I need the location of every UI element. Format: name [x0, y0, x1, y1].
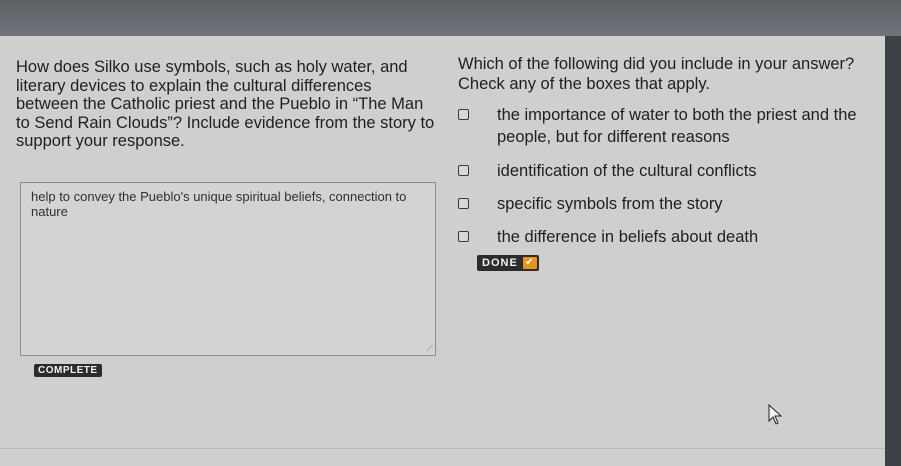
done-label: DONE [482, 257, 518, 269]
checkbox[interactable] [458, 198, 469, 209]
checklist-option[interactable]: the importance of water to both the prie… [458, 104, 878, 148]
answer-textarea[interactable]: help to convey the Pueblo's unique spiri… [20, 182, 436, 356]
resize-grip-icon[interactable]: ⟋ [427, 344, 433, 354]
checklist-option[interactable]: specific symbols from the story [458, 193, 878, 215]
done-button[interactable]: DONE ✔ [477, 255, 539, 271]
checklist-option-label: the difference in beliefs about death [497, 228, 759, 246]
mouse-pointer-icon [768, 404, 783, 425]
answer-text[interactable]: help to convey the Pueblo's unique spiri… [31, 189, 411, 219]
checklist-option-label: specific symbols from the story [497, 195, 723, 213]
checklist-option[interactable]: the difference in beliefs about death [458, 226, 878, 248]
bottom-divider [0, 448, 885, 449]
checklist-option-label: the importance of water to both the prie… [497, 106, 857, 146]
question-text: How does Silko use symbols, such as holy… [16, 58, 435, 150]
checkbox[interactable] [458, 109, 469, 120]
checklist-option[interactable]: identification of the cultural conflicts [458, 160, 878, 182]
checkmark-icon: ✔ [522, 257, 537, 269]
top-bar [0, 0, 901, 36]
right-edge [885, 36, 901, 466]
complete-badge: COMPLETE [34, 364, 102, 377]
checklist-option-label: identification of the cultural conflicts [497, 162, 757, 180]
checklist-prompt: Which of the following did you include i… [458, 55, 855, 93]
checkbox[interactable] [458, 231, 469, 242]
checkbox[interactable] [458, 165, 469, 176]
